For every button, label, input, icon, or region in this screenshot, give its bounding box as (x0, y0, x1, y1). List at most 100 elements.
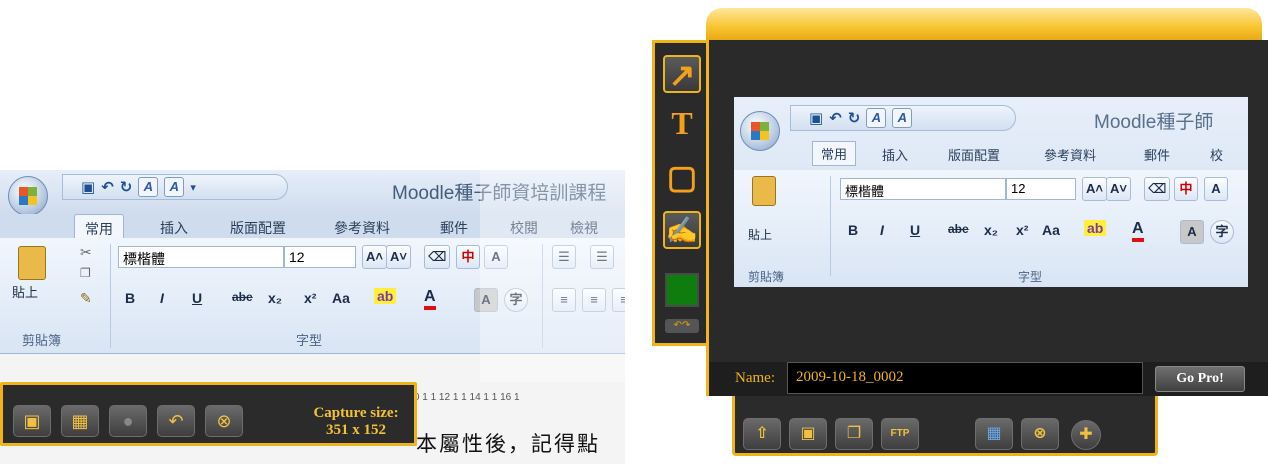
save-icon[interactable]: ▣ (81, 178, 95, 196)
close-icon[interactable]: ⊗ (205, 405, 243, 437)
text-tool-icon[interactable]: T (663, 105, 701, 143)
group-divider (110, 244, 111, 348)
preview-tab-layout: 版面配置 (948, 148, 1001, 163)
preview-font-size: 12 (1006, 178, 1076, 200)
tab-layout[interactable]: 版面配置 (230, 218, 286, 238)
webcam-icon[interactable]: ● (109, 405, 147, 437)
name-input[interactable]: 2009-10-18_0002 (787, 362, 1143, 394)
font-color-icon: A (1132, 220, 1144, 242)
copy-icon[interactable]: ❐ (80, 266, 91, 280)
preview-clipboard-label: 剪貼簿 (748, 270, 785, 284)
capture-editor: ↗ T ▢ ✍ ↶↷ ▣ ↶ ↻ A A Moodle種子師 常用 插入 版面配… (650, 0, 1268, 464)
clear-format-button[interactable]: ⌫ (424, 245, 451, 269)
phonetic-icon: 中 (1174, 177, 1198, 201)
save-icon: ▣ (809, 110, 824, 127)
rectangle-capture-icon[interactable]: ▣ (13, 405, 51, 437)
text-effect-icon: A (892, 108, 913, 128)
preview-tab-review: 校 (1210, 148, 1224, 163)
go-pro-button[interactable]: Go Pro! (1155, 366, 1245, 392)
font-color-button[interactable]: A (424, 288, 436, 310)
preview-tab-home: 常用 (812, 141, 857, 166)
italic-button[interactable]: I (160, 290, 164, 306)
font-size-select[interactable]: 12 (284, 246, 356, 268)
captured-image-preview: ▣ ↶ ↻ A A Moodle種子師 常用 插入 版面配置 參考資料 郵件 校… (734, 97, 1248, 287)
ruler: 1 10 1 1 12 1 1 14 1 1 16 1 (400, 392, 520, 403)
char-border-icon: A (1204, 177, 1228, 201)
customize-qat-icon[interactable]: ▾ (190, 181, 196, 194)
highlight-button[interactable]: ab (374, 288, 397, 304)
capture-toolbar: ▣ ▦ ● ↶ ⊗ Capture size: 351 x 152 (0, 382, 417, 446)
undo-redo-icon[interactable]: ↶↷ (665, 319, 699, 333)
subscript-button[interactable]: x₂ (268, 290, 282, 306)
enclose-char-icon: 字 (1210, 220, 1234, 244)
office-logo-icon (19, 187, 37, 205)
redo-icon: ↻ (847, 110, 861, 127)
bold-icon: B (848, 222, 859, 238)
name-bar: Name: 2009-10-18_0002 Go Pro! (706, 362, 1268, 396)
color-picker[interactable] (665, 273, 699, 307)
undo-icon[interactable]: ↶ (101, 178, 114, 196)
office-button-preview (740, 111, 780, 151)
clipboard-group-label: 剪貼簿 (22, 333, 62, 348)
drawing-toolbar: ↗ T ▢ ✍ ↶↷ (652, 40, 708, 346)
film-icon[interactable]: ▦ (975, 418, 1013, 450)
paste-icon (752, 176, 776, 206)
editor-drag-handle[interactable] (706, 8, 1262, 40)
rectangle-tool-icon[interactable]: ▢ (663, 159, 701, 197)
shrink-font-button[interactable]: A˅ (386, 245, 411, 269)
paste-label: 貼上 (12, 285, 39, 300)
ftp-button[interactable]: FTP (881, 418, 919, 450)
font-name-select[interactable]: 標楷體 (118, 246, 284, 268)
tab-insert[interactable]: 插入 (160, 218, 188, 238)
office-logo-icon (751, 122, 769, 140)
tab-home[interactable]: 常用 (74, 214, 124, 240)
save-icon[interactable]: ▣ (789, 418, 827, 450)
font-group-label: 字型 (296, 333, 323, 348)
shrink-font-icon: A˅ (1106, 177, 1131, 201)
subscript-icon: x₂ (984, 222, 999, 238)
capture-size-title: Capture size: (313, 405, 399, 421)
change-case-button[interactable]: Aa (332, 290, 350, 306)
name-label: Name: (735, 370, 775, 386)
char-shading-icon: A (1180, 220, 1204, 244)
underline-button[interactable]: U (192, 290, 202, 306)
strikethrough-button[interactable]: abe (232, 290, 253, 304)
office-button[interactable] (8, 176, 48, 216)
phonetic-button[interactable]: 中 (456, 245, 480, 269)
tab-references[interactable]: 參考資料 (334, 218, 390, 238)
film-capture-icon[interactable]: ▦ (61, 405, 99, 437)
undo-icon[interactable]: ↶ (157, 405, 195, 437)
upload-icon[interactable]: ⇧ (743, 418, 781, 450)
tab-mailings[interactable]: 郵件 (440, 218, 468, 238)
paste-icon (18, 246, 46, 280)
preview-tab-mailings: 郵件 (1144, 148, 1171, 163)
text-effect-icon[interactable]: A (164, 177, 185, 197)
text-style-icon: A (866, 108, 887, 128)
selection-overlay (480, 170, 625, 382)
action-toolbar: ⇧ ▣ ❐ FTP ▦ ⊗ ✚ (732, 396, 1158, 456)
quick-access-toolbar: ▣ ↶ ↻ A A ▾ (62, 174, 288, 200)
preview-tab-insert: 插入 (882, 148, 909, 163)
strikethrough-icon: abe (948, 222, 969, 236)
highlighter-tool-icon[interactable]: ✍ (663, 211, 701, 249)
text-style-icon[interactable]: A (138, 177, 159, 197)
superscript-icon: x² (1016, 222, 1029, 238)
settings-wrench-icon[interactable]: ✚ (1071, 420, 1101, 450)
change-case-icon: Aa (1042, 222, 1060, 238)
redo-icon[interactable]: ↻ (120, 178, 133, 196)
close-icon[interactable]: ⊗ (1021, 418, 1059, 450)
grow-font-button[interactable]: A˄ (362, 245, 387, 269)
arrow-tool-icon[interactable]: ↗ (663, 55, 701, 93)
quick-access-toolbar-preview: ▣ ↶ ↻ A A (790, 105, 1016, 131)
grow-font-icon: A˄ (1082, 177, 1107, 201)
superscript-button[interactable]: x² (304, 290, 316, 306)
copy-icon[interactable]: ❐ (835, 418, 873, 450)
format-painter-icon[interactable]: ✎ (80, 290, 92, 307)
preview-ribbon: 貼上 剪貼簿 標楷體 12 A˄ A˅ ⌫ 中 A B I U abe x₂ x… (734, 170, 1248, 287)
paste-button[interactable]: 貼上 (8, 246, 62, 316)
document-text[interactable]: 本屬性後，記得點 (416, 428, 600, 458)
clear-format-icon: ⌫ (1144, 177, 1171, 201)
bold-button[interactable]: B (125, 290, 135, 306)
preview-tab-references: 參考資料 (1044, 148, 1097, 163)
cut-icon[interactable]: ✂ (80, 244, 92, 261)
